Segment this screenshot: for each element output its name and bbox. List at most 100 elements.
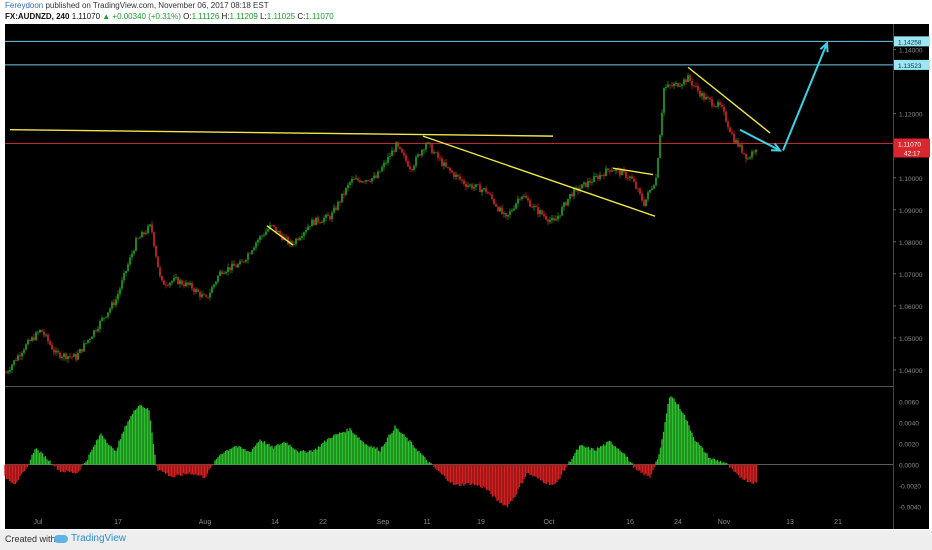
candle-body [407, 160, 409, 167]
candle-body [77, 353, 79, 360]
candle-body [359, 180, 361, 183]
candle-body [43, 331, 45, 336]
candle-body [53, 349, 55, 353]
candle-body [357, 178, 359, 181]
candle-body [533, 206, 535, 208]
x-tick-label: 16 [626, 519, 634, 526]
candle-body [737, 140, 739, 147]
y-tick-label: 1.12000 [899, 112, 923, 119]
candle-body [553, 218, 555, 221]
candle-body [569, 194, 571, 199]
candle-body [677, 83, 679, 87]
osc-tick-label: 0.0060 [899, 400, 919, 407]
candle-body [505, 213, 507, 217]
osc-tick-label: -0.0020 [899, 484, 921, 491]
candle-body [717, 102, 719, 107]
candle-body [567, 198, 569, 206]
candle-body [405, 155, 407, 161]
candle-body [661, 112, 663, 136]
candle-body [609, 170, 611, 172]
candle-body [59, 352, 61, 358]
candle-body [585, 182, 587, 187]
ohlc-open-label: O: [183, 12, 192, 21]
candle-body [245, 259, 247, 262]
candle-body [139, 237, 141, 239]
candle-body [305, 230, 307, 233]
candle-body [719, 102, 721, 105]
candle-body [647, 192, 649, 200]
x-tick-label: 11 [423, 519, 430, 526]
candle-body [521, 196, 523, 199]
candle-body [297, 238, 299, 241]
candle-body [745, 153, 747, 160]
candle-body [671, 85, 673, 87]
candle-body [189, 283, 191, 285]
candle-body [49, 341, 51, 345]
candle-body [565, 202, 567, 206]
candle-body [55, 350, 57, 353]
candle-body [7, 371, 9, 373]
candle-body [251, 250, 253, 254]
candle-body [461, 179, 463, 181]
candle-body [659, 135, 661, 159]
candle-body [323, 218, 325, 222]
candle-body [131, 253, 133, 258]
candle-body [169, 282, 171, 286]
candle-body [629, 176, 631, 179]
candle-body [195, 289, 197, 292]
candle-body [175, 277, 177, 278]
candle-body [549, 219, 551, 222]
candle-body [279, 230, 281, 235]
candle-body [113, 302, 115, 306]
candle-body [317, 217, 319, 223]
candle-body [653, 185, 655, 189]
candle-body [363, 181, 365, 183]
candle-body [711, 99, 713, 106]
candle-body [225, 271, 227, 274]
candle-body [485, 188, 487, 193]
candle-body [221, 271, 223, 274]
candle-body [319, 222, 321, 224]
candle-body [425, 143, 427, 150]
candle-body [689, 75, 691, 82]
candle-body [119, 288, 121, 295]
candle-body [125, 271, 127, 273]
candle-body [477, 184, 479, 186]
candle-body [555, 219, 557, 221]
candle-body [15, 360, 17, 362]
candle-body [421, 150, 423, 156]
candle-body [663, 87, 665, 113]
x-tick-label: Sep [377, 519, 390, 526]
author-name[interactable]: Fereydoon [5, 1, 43, 10]
candle-body [625, 171, 627, 178]
candle-body [235, 266, 237, 268]
candle-body [725, 111, 727, 122]
candle-body [441, 158, 443, 166]
chart-area[interactable]: 1.140001.120001.110001.100001.090001.080… [0, 22, 932, 530]
y-tick-label: 1.05000 [899, 336, 923, 343]
candle-body [691, 81, 693, 86]
candle-body [419, 154, 421, 156]
candle-body [57, 350, 59, 353]
x-tick-label: Jul [34, 519, 43, 526]
candle-body [447, 166, 449, 168]
candle-body [393, 150, 395, 152]
y-tick-label: 1.09000 [899, 208, 923, 215]
level-price-label: 1.14258 [898, 39, 922, 46]
candle-body [111, 302, 113, 309]
chart-svg[interactable]: 1.140001.120001.110001.100001.090001.080… [0, 22, 932, 530]
candle-body [543, 214, 545, 217]
candle-body [205, 295, 207, 297]
candle-body [115, 299, 117, 306]
candle-body [215, 281, 217, 285]
candle-body [529, 200, 531, 207]
candle-body [693, 85, 695, 87]
candle-body [683, 79, 685, 85]
candle-body [751, 151, 753, 158]
candle-body [17, 355, 19, 361]
tradingview-logo[interactable]: TradingView [54, 533, 126, 544]
candle-body [137, 238, 139, 240]
candle-body [427, 142, 429, 144]
x-tick-label: Aug [199, 519, 212, 526]
candle-body [353, 179, 355, 180]
